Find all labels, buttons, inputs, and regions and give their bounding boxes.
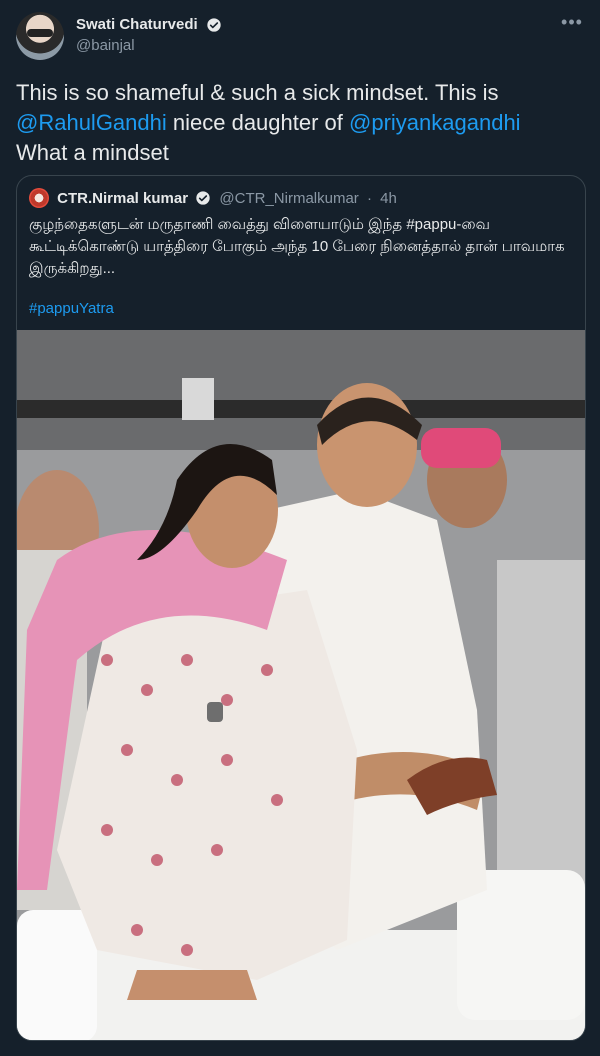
author-info: Swati Chaturvedi @bainjal: [76, 16, 222, 54]
more-horizontal-icon[interactable]: •••: [560, 12, 584, 36]
quote-author-display-name[interactable]: CTR.Nirmal kumar: [57, 190, 188, 207]
dot-separator: ·: [366, 189, 372, 207]
verified-badge-icon: [196, 191, 210, 205]
quote-photo[interactable]: [17, 330, 585, 1040]
quote-body: குழந்தைகளுடன் மருதாணி வைத்து விளையாடும் …: [29, 214, 573, 320]
author-avatar[interactable]: [16, 12, 64, 60]
tweet-text-part: niece daughter of: [166, 110, 350, 135]
quote-header: CTR.Nirmal kumar @CTR_Nirmalkumar · 4h: [29, 188, 397, 208]
mention-link[interactable]: @RahulGandhi: [16, 110, 167, 135]
sunglasses-icon: [27, 29, 53, 37]
tweet-header: Swati Chaturvedi @bainjal •••: [16, 12, 584, 68]
author-handle[interactable]: @bainjal: [76, 37, 222, 54]
quote-author-avatar[interactable]: [29, 188, 49, 208]
quoted-tweet[interactable]: CTR.Nirmal kumar @CTR_Nirmalkumar · 4h க…: [16, 175, 586, 1041]
quote-text: குழந்தைகளுடன் மருதாணி வைத்து விளையாடும் …: [29, 216, 565, 277]
photo-illustration: [17, 330, 585, 1040]
tweet-text: This is so shameful & such a sick mindse…: [16, 78, 584, 168]
quote-hashtag[interactable]: #pappuYatra: [29, 298, 573, 320]
quote-author-handle[interactable]: @CTR_Nirmalkumar: [219, 190, 358, 207]
author-display-name[interactable]: Swati Chaturvedi: [76, 16, 198, 33]
verified-badge-icon: [207, 18, 221, 32]
tweet-text-part: What a mindset: [16, 140, 169, 165]
tweet-text-part: This is so shameful & such a sick mindse…: [16, 80, 499, 105]
quote-timestamp[interactable]: 4h: [380, 190, 397, 207]
mention-link[interactable]: @priyankagandhi: [349, 110, 521, 135]
